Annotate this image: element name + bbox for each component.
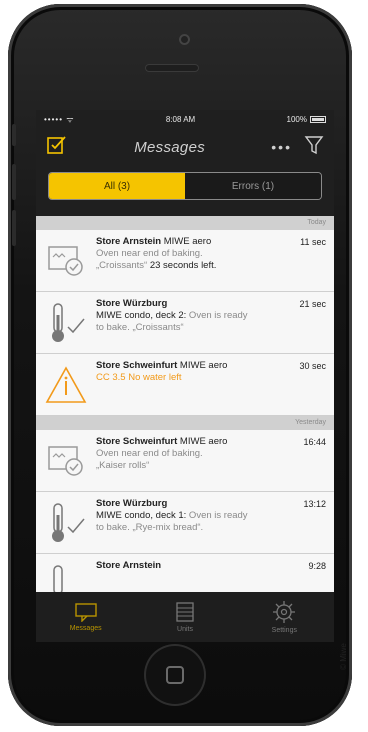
thermometer-check-icon — [36, 492, 96, 553]
front-camera — [179, 34, 190, 45]
message-text: Oven is ready — [186, 510, 248, 521]
app-screen: ••••• ᯤ 8:08 AM 100% Messages ••• All (3… — [36, 110, 334, 642]
oven-done-icon — [36, 430, 96, 491]
thermometer-icon — [36, 554, 96, 592]
message-time: 30 sec — [299, 361, 326, 371]
page-title: Messages — [134, 138, 206, 156]
filter-icon[interactable] — [304, 134, 324, 161]
message-row[interactable]: Store Würzburg 13:12 MIWE condo, deck 1:… — [36, 492, 334, 554]
product-name: „Croissants“ — [96, 260, 148, 271]
signal-indicator: ••••• ᯤ — [44, 114, 75, 124]
volume-up-button — [12, 164, 16, 200]
edit-checklist-icon[interactable] — [46, 134, 68, 161]
oven-done-icon — [36, 230, 96, 291]
message-text: Oven near end of baking. — [96, 448, 203, 459]
store-name: Store Schweinfurt — [96, 436, 178, 447]
warning-icon — [36, 354, 96, 415]
machine-name: MIWE condo, deck 1: — [96, 510, 187, 521]
navigation-bar: Messages ••• — [36, 128, 334, 166]
store-name: Store Schweinfurt — [96, 360, 178, 371]
volume-down-button — [12, 210, 16, 246]
units-list-icon — [176, 602, 194, 622]
tab-label: Messages — [69, 625, 102, 632]
earpiece-speaker — [145, 64, 199, 72]
tab-units[interactable]: Units — [135, 592, 234, 642]
message-text: Oven is ready — [186, 310, 248, 321]
machine-name: MIWE aero — [161, 236, 212, 247]
copyright-text: © Miwe — [338, 643, 348, 670]
message-row[interactable]: Store Würzburg 21 sec MIWE condo, deck 2… — [36, 292, 334, 354]
status-bar: ••••• ᯤ 8:08 AM 100% — [36, 110, 334, 128]
home-square-icon — [166, 666, 184, 684]
message-list[interactable]: Today Store Arnstein MIWE aero 11 sec Ov… — [36, 216, 334, 592]
tab-label: Units — [177, 626, 193, 633]
battery-indicator: 100% — [287, 115, 326, 124]
battery-label: 100% — [286, 114, 307, 124]
copyright-notice: © Miwe — [339, 628, 366, 688]
tab-settings[interactable]: Settings — [235, 592, 334, 642]
store-name: Store Würzburg — [96, 498, 168, 509]
message-time: 9:28 — [308, 561, 326, 571]
section-header-today: Today — [36, 216, 334, 230]
machine-name: MIWE aero — [177, 360, 228, 371]
segment-errors[interactable]: Errors (1) — [185, 173, 321, 199]
store-name: Store Arnstein — [96, 236, 162, 247]
section-header-yesterday: Yesterday — [36, 416, 334, 430]
segment-all[interactable]: All (3) — [49, 173, 185, 199]
product-name: to bake. „Croissants“ — [96, 322, 184, 333]
gear-icon — [273, 601, 296, 623]
product-name: „Kaiser rolls“ — [96, 460, 150, 471]
mute-switch — [12, 124, 16, 146]
thermometer-check-icon — [36, 292, 96, 353]
machine-name: MIWE aero — [177, 436, 228, 447]
error-text: CC 3.5 No water left — [96, 372, 182, 383]
filter-segmented-control: All (3) Errors (1) — [48, 172, 322, 200]
more-options-button[interactable]: ••• — [271, 139, 292, 155]
store-name: Store Arnstein — [96, 560, 162, 571]
message-time: 11 sec — [300, 237, 326, 247]
store-name: Store Würzburg — [96, 298, 168, 309]
home-button[interactable] — [144, 644, 206, 706]
message-time: 13:12 — [303, 499, 326, 509]
tab-messages[interactable]: Messages — [36, 592, 135, 642]
message-time: 21 sec — [299, 299, 326, 309]
message-time: 16:44 — [303, 437, 326, 447]
message-detail: 23 seconds left. — [147, 260, 217, 271]
message-bubble-icon — [74, 603, 97, 622]
message-row[interactable]: Store Schweinfurt MIWE aero 30 sec CC 3.… — [36, 354, 334, 416]
message-row[interactable]: Store Arnstein 9:28 — [36, 554, 334, 592]
machine-name: MIWE condo, deck 2: — [96, 310, 187, 321]
message-row[interactable]: Store Arnstein MIWE aero 11 sec Oven nea… — [36, 230, 334, 292]
message-row[interactable]: Store Schweinfurt MIWE aero 16:44 Oven n… — [36, 430, 334, 492]
product-name: to bake. „Rye-mix bread“. — [96, 522, 204, 533]
status-time: 8:08 AM — [165, 114, 196, 124]
tab-bar: Messages Units Settings — [36, 592, 334, 642]
tab-label: Settings — [271, 627, 297, 634]
message-text: Oven near end of baking. — [96, 248, 203, 259]
battery-icon — [309, 115, 326, 123]
